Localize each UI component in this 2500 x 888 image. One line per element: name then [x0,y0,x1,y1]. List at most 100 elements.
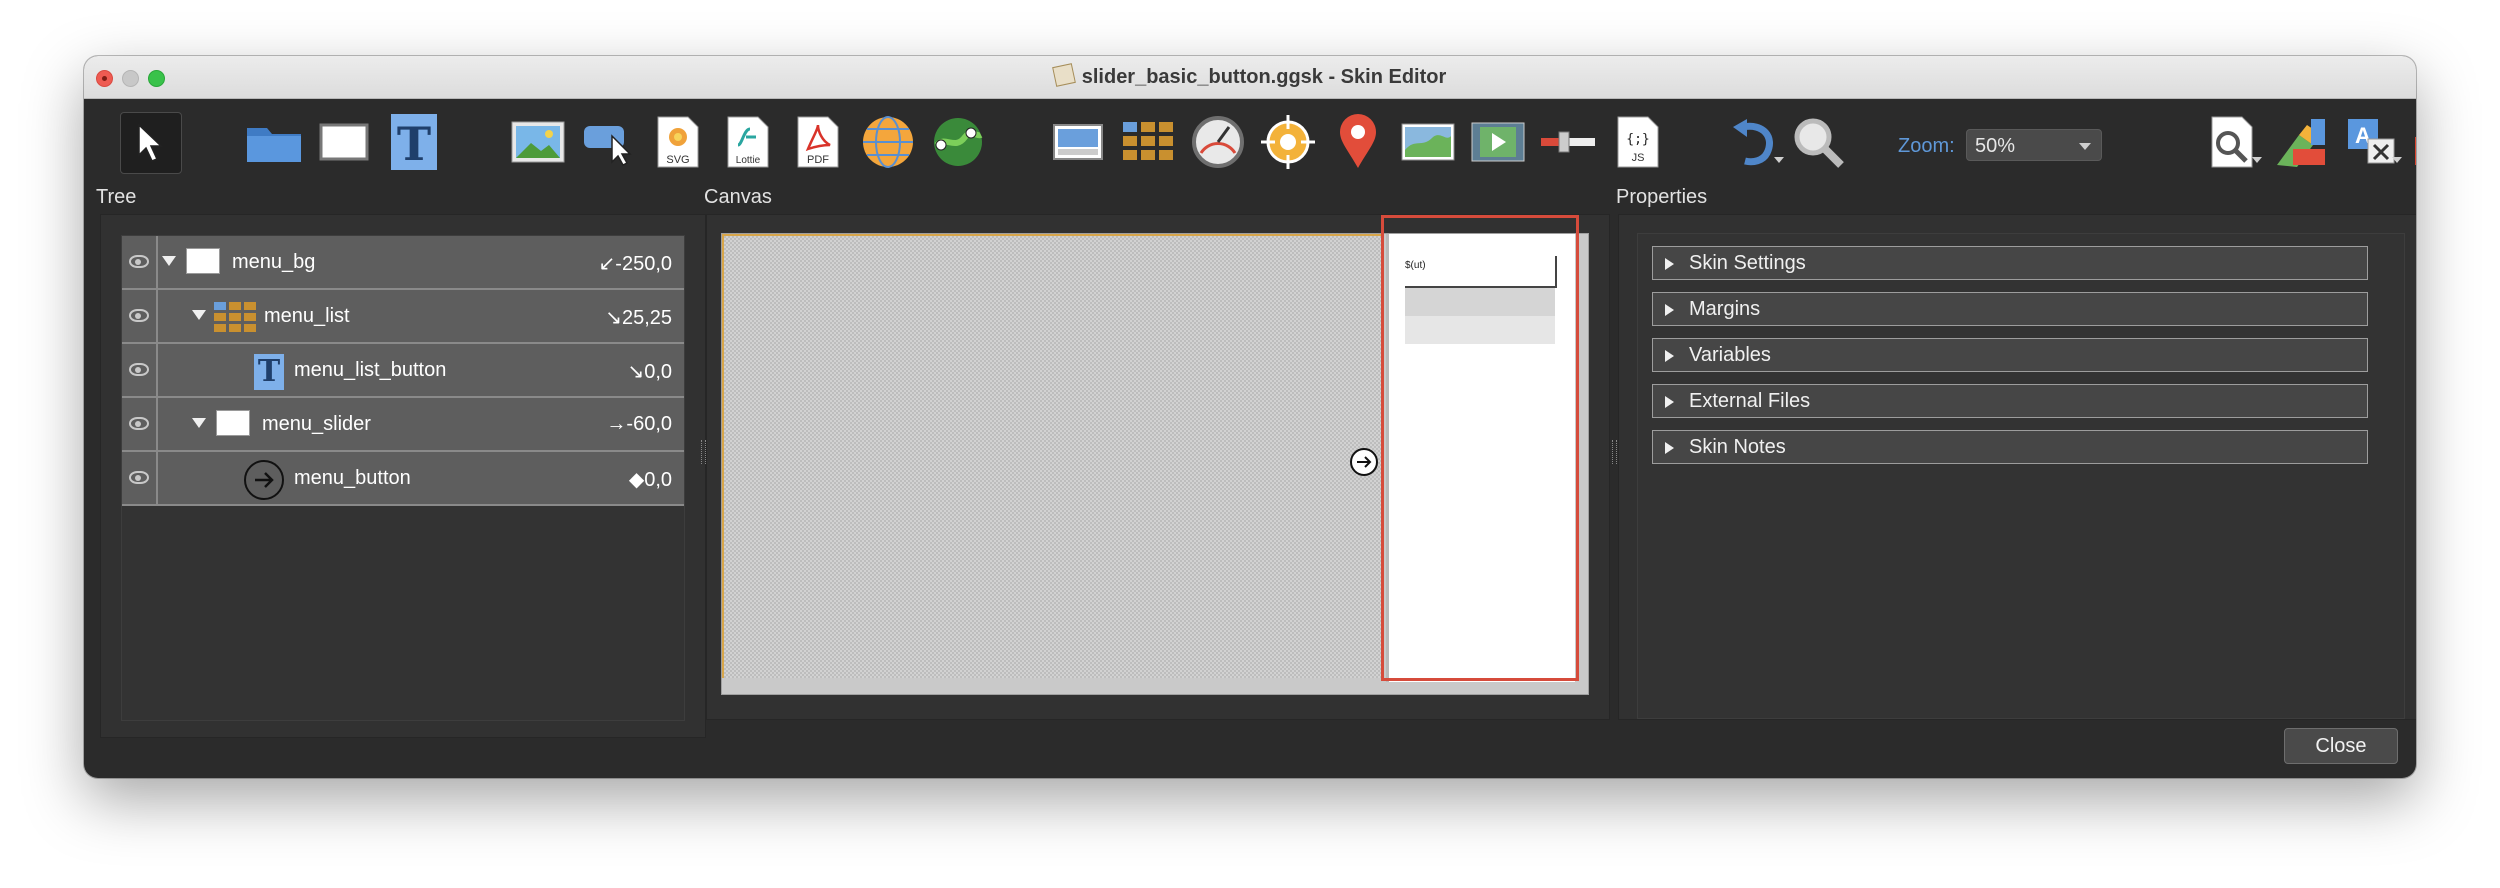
menu-button-element[interactable] [1350,448,1378,476]
expand-arrow-icon[interactable] [192,310,206,320]
tree-row-menu-slider[interactable]: menu_slider →-60,0 [122,398,684,452]
tree-item-name: menu_bg [232,251,316,273]
eye-icon [129,363,149,376]
canvas-panel: $(ut) [706,214,1610,720]
view-thumbnail-icon[interactable] [1048,112,1108,172]
eye-icon [129,255,149,268]
tree-item-position: →-60,0 [606,413,672,435]
slider-control-icon[interactable] [1538,112,1598,172]
zoom-select[interactable]: 50% [1966,129,2102,161]
tree-item-name: menu_list [264,305,350,327]
svg-label: SVG [666,154,689,166]
skin-editor-window: slider_basic_button.ggsk - Skin Editor T… [84,56,2416,778]
rectangle-icon [186,248,220,274]
pdf-label: PDF [807,154,829,166]
tree-row-menu-bg[interactable]: menu_bg ↙-250,0 [122,236,684,290]
rectangle-icon [216,410,250,436]
grid-list-icon[interactable] [1118,112,1178,172]
zoom-label: Zoom: [1898,135,1955,157]
selection-outline [1381,215,1579,681]
tree-section-label: Tree [96,186,137,208]
expand-arrow-icon [1665,350,1674,362]
property-section-label: Skin Settings [1689,252,1806,274]
expand-arrow-icon[interactable] [162,256,176,266]
tree-view[interactable]: menu_bg ↙-250,0 menu_list ↘25,25 T menu_… [121,235,685,721]
tree-item-name: menu_list_button [294,359,447,381]
properties-panel: Skin Settings Margins Variables External… [1618,214,2416,720]
tree-item-position: ↙-250,0 [598,253,672,275]
title-bar[interactable]: slider_basic_button.ggsk - Skin Editor [84,56,2416,99]
close-button[interactable]: Close [2284,728,2398,764]
svg-file-icon[interactable]: SVG [648,112,708,172]
translate-icon[interactable]: A [2342,112,2402,172]
expand-arrow-icon [1665,304,1674,316]
expand-arrow-icon[interactable] [192,418,206,428]
search-document-icon[interactable] [2202,112,2262,172]
visibility-toggle[interactable] [122,398,158,450]
tree-item-position: ↘0,0 [627,361,672,383]
hotspot-map-icon[interactable] [1398,112,1458,172]
properties-view: Skin Settings Margins Variables External… [1637,233,2405,719]
lottie-file-icon[interactable]: Lottie [718,112,778,172]
property-section-skin-notes[interactable]: Skin Notes [1652,430,2368,464]
sphere-icon[interactable] [858,112,918,172]
select-tool-icon[interactable] [120,112,182,174]
paint-tools-icon[interactable] [2272,112,2332,172]
grid-list-icon [214,302,256,332]
tree-row-menu-list-button[interactable]: T menu_list_button ↘0,0 [122,344,684,398]
map-pin-icon[interactable] [1328,112,1388,172]
zoom-magnifier-icon[interactable] [1788,112,1848,172]
splitter-handle[interactable] [1612,440,1617,464]
js-label: JS [1632,152,1645,164]
dial-icon[interactable] [1188,112,1248,172]
expand-arrow-icon [1665,258,1674,270]
property-section-label: Variables [1689,344,1771,366]
property-section-label: Skin Notes [1689,436,1786,458]
visibility-toggle[interactable] [122,236,158,288]
expand-arrow-icon [1665,442,1674,454]
canvas-section-label: Canvas [704,186,772,208]
window-title: slider_basic_button.ggsk - Skin Editor [84,63,2416,89]
toolbox-icon[interactable] [2412,112,2416,172]
property-section-external-files[interactable]: External Files [1652,384,2368,418]
javascript-file-icon[interactable]: {;} JS [1608,112,1668,172]
eye-icon [129,471,149,484]
arrow-right-circle-icon [244,460,284,500]
property-section-margins[interactable]: Margins [1652,292,2368,326]
image-icon[interactable] [508,112,568,172]
undo-icon[interactable] [1724,112,1784,172]
tree-row-menu-button[interactable]: menu_button ◆0,0 [122,452,684,506]
property-section-variables[interactable]: Variables [1652,338,2368,372]
canvas-background [722,234,1382,678]
chevron-down-icon [2079,143,2091,156]
visibility-toggle[interactable] [122,344,158,396]
map-icon[interactable] [928,112,988,172]
tree-item-name: menu_slider [262,413,371,435]
tree-item-position: ↘25,25 [605,307,672,329]
window-title-text: slider_basic_button.ggsk - Skin Editor [1081,66,1447,88]
toolbar: T SVG Lottie PDF {;} JS Zoom: 50% A [84,98,2416,188]
video-icon[interactable] [1468,112,1528,172]
js-braces-label: {;} [1626,132,1649,147]
tree-panel: menu_bg ↙-250,0 menu_list ↘25,25 T menu_… [100,214,706,738]
tree-item-name: menu_button [294,467,411,489]
text-icon: T [254,354,284,390]
text-icon[interactable]: T [384,112,444,172]
cloner-icon[interactable] [580,112,640,172]
svg-text:T: T [397,117,431,170]
pdf-file-icon[interactable]: PDF [788,112,848,172]
property-section-skin-settings[interactable]: Skin Settings [1652,246,2368,280]
expand-arrow-icon [1665,396,1674,408]
folder-icon[interactable] [244,112,304,172]
tree-row-menu-list[interactable]: menu_list ↘25,25 [122,290,684,344]
tree-item-position: ◆0,0 [628,469,672,491]
document-icon [1051,63,1076,87]
visibility-toggle[interactable] [122,290,158,342]
zoom-value: 50% [1975,135,2016,157]
crosshair-icon[interactable] [1258,112,1318,172]
property-section-label: External Files [1689,390,1811,412]
visibility-toggle[interactable] [122,452,158,504]
rectangle-icon[interactable] [314,112,374,172]
eye-icon [129,417,149,430]
property-section-label: Margins [1689,298,1761,320]
